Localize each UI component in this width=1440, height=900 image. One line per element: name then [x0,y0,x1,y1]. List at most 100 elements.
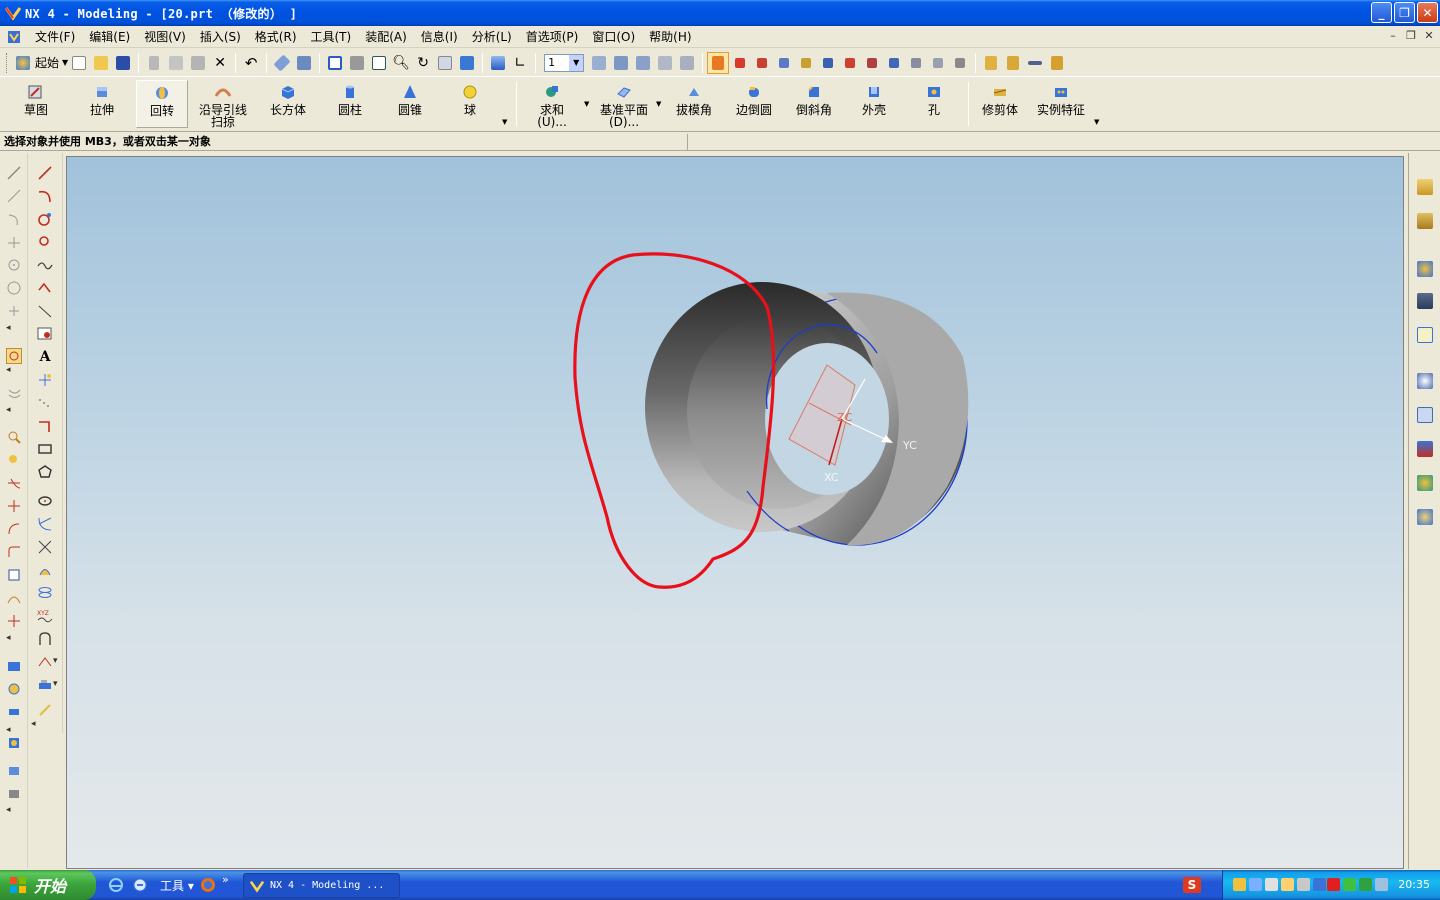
open-file-icon[interactable] [90,52,112,74]
snap-control-icon[interactable] [773,52,795,74]
sphere-button[interactable]: 球 [450,80,490,128]
doc-close-button[interactable]: ✕ [1422,29,1436,42]
new-file-icon[interactable] [68,52,90,74]
view-section-icon[interactable] [6,704,22,720]
zoom-icon[interactable]: 🔍︎ [390,52,412,74]
ellipse-icon[interactable] [37,493,53,509]
copy-icon[interactable] [165,52,187,74]
helix-icon[interactable] [37,585,53,601]
block-button[interactable]: 长方体 [264,80,312,128]
tools-toolbar-label[interactable]: 工具 ▾ [160,877,194,894]
model-view[interactable]: ZC YC XC [67,157,1404,869]
firefox-icon[interactable] [200,877,216,893]
draft-button[interactable]: 拔模角 [672,80,716,128]
history-icon[interactable] [1415,371,1435,391]
toolbar-overflow[interactable]: ▼ [502,118,507,126]
cut-icon[interactable] [143,52,165,74]
offset-face-curve-icon[interactable] [37,631,53,647]
select-general-icon[interactable] [707,51,730,74]
face-icon[interactable] [6,763,22,779]
layer-category-icon[interactable] [676,52,698,74]
point-set-create-icon[interactable] [37,395,53,411]
pan-icon[interactable] [434,52,456,74]
render-icon[interactable] [456,52,478,74]
trim-body-button[interactable]: 修剪体 [978,80,1022,128]
zoom-window-icon[interactable] [368,52,390,74]
basic-circle-icon[interactable] [37,211,53,227]
curve-from-bodies-icon[interactable] [37,654,53,670]
sweep-along-guide-button[interactable]: 沿导引线 扫掠 [196,80,250,128]
offset-curve-icon[interactable] [6,385,22,401]
menu-analysis[interactable]: 分析(L) [465,28,519,45]
fillet-icon[interactable] [6,544,22,560]
toolbar-overflow-2[interactable]: ▼ [1094,118,1099,126]
assembly-navigator-icon[interactable] [1415,177,1435,197]
tray-antivirus-icon[interactable] [1327,878,1340,891]
tray-update-icon[interactable] [1375,878,1388,891]
edit-parameter-icon[interactable] [6,452,22,468]
tray-bluetooth-icon[interactable] [1313,878,1326,891]
unite-dropdown[interactable]: ▼ [584,100,589,108]
help-icon[interactable] [1415,325,1435,345]
snap-settings-icon[interactable] [927,52,949,74]
unite-button[interactable]: 求和 (U)... [530,80,574,128]
line-tangent-icon[interactable] [6,188,22,204]
measure-angle-icon[interactable] [1046,52,1068,74]
wcs-dynamic-icon[interactable] [1002,52,1024,74]
view-layout-icon[interactable] [6,681,22,697]
chamfer-curve-icon[interactable] [37,418,53,434]
menu-information[interactable]: 信息(I) [414,28,465,45]
circle-center-icon[interactable] [6,257,22,273]
ie-icon[interactable] [108,877,124,893]
snap-intersection-icon[interactable] [795,52,817,74]
trim-curve-icon[interactable] [6,475,22,491]
cylinder-button[interactable]: 圆柱 [330,80,370,128]
extrude-button[interactable]: 拉伸 [78,80,126,128]
menu-insert[interactable]: 插入(S) [193,28,248,45]
basic-arc-icon[interactable] [37,188,53,204]
menu-view[interactable]: 视图(V) [137,28,193,45]
edge-blend-button[interactable]: 边倒圆 [732,80,776,128]
table-data-icon[interactable] [37,326,53,342]
quicklaunch-more[interactable]: » [222,873,229,886]
system-materials-icon[interactable] [1415,405,1435,425]
system-scenes-icon[interactable] [1415,507,1435,527]
measure-distance-icon[interactable] [1024,52,1046,74]
chamfer-button[interactable]: 倒斜角 [792,80,836,128]
edit-curve-icon[interactable] [6,429,22,445]
start-icon[interactable] [12,52,34,74]
bridge-curve-icon[interactable] [37,677,53,693]
menu-assemblies[interactable]: 装配(A) [358,28,414,45]
wcs-origin-icon[interactable] [980,52,1002,74]
menu-tools[interactable]: 工具(T) [304,28,359,45]
smooth-spline-icon[interactable] [6,590,22,606]
sketch-button[interactable]: 草图 [14,80,58,128]
undo-icon[interactable]: ↶ [240,52,262,74]
spline-icon[interactable] [37,257,53,273]
arc-icon[interactable] [6,211,22,227]
paste-icon[interactable] [187,52,209,74]
wrap-curve-icon[interactable] [37,702,53,718]
hyperbola-icon[interactable] [37,539,53,555]
view-shade-icon[interactable] [6,658,22,674]
fit-icon[interactable] [324,52,346,74]
snap-endpoint-icon[interactable] [729,52,751,74]
start-button[interactable]: 开始 [0,870,96,900]
line-icon[interactable] [6,165,22,181]
shaded-view-icon[interactable] [487,52,509,74]
training-icon[interactable] [1415,291,1435,311]
tray-app-icon[interactable] [1233,878,1246,891]
snap-quadrant-icon[interactable] [839,52,861,74]
rectangle-icon[interactable] [37,441,53,457]
toolbar-grip[interactable] [6,52,9,73]
snap-point-on-curve-icon[interactable] [883,52,905,74]
tray-volume-icon[interactable] [1297,878,1310,891]
parabola-icon[interactable] [37,516,53,532]
roles-icon[interactable] [1415,473,1435,493]
divide-curve-icon[interactable] [6,521,22,537]
snap-point-on-face-icon[interactable] [905,52,927,74]
part-navigator-icon[interactable] [1415,211,1435,231]
datum-dropdown[interactable]: ▼ [656,100,661,108]
tray-printer-icon[interactable] [1265,878,1278,891]
basic-line-icon[interactable] [37,165,53,181]
